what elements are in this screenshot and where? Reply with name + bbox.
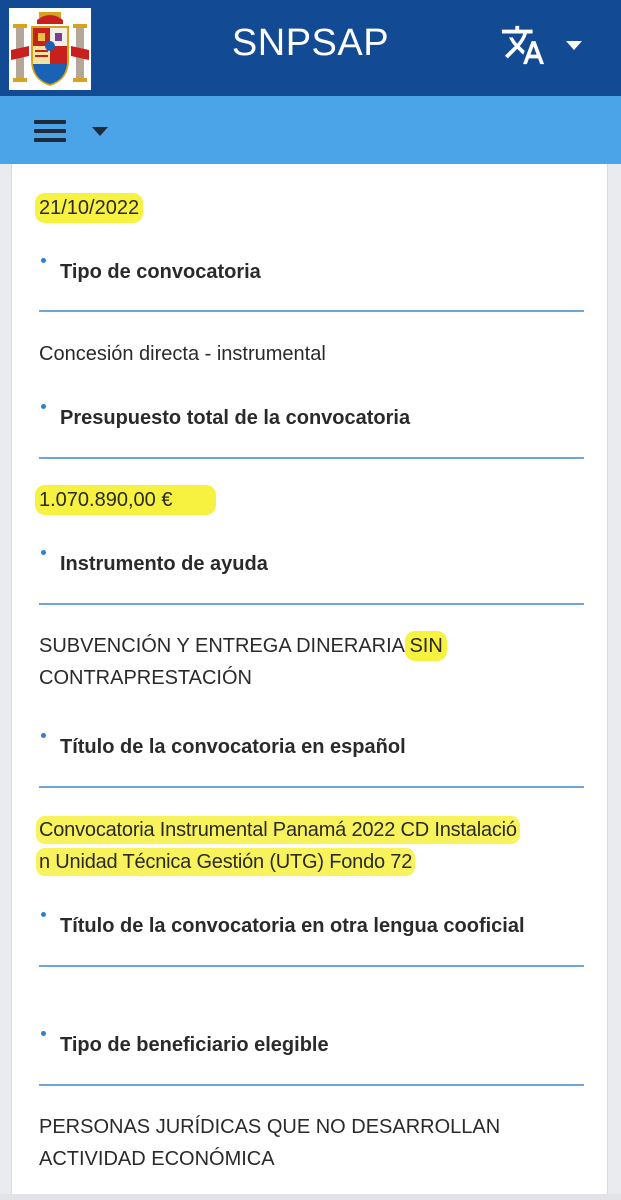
field-value-titulo-espanol: Convocatoria Instrumental Panamá 2022 CD… xyxy=(39,819,517,873)
divider xyxy=(39,310,584,312)
field-label-tipo-beneficiario: Tipo de beneficiario elegible xyxy=(39,1031,584,1059)
nav-bar xyxy=(0,96,621,164)
field-label-tipo-convocatoria: Tipo de convocatoria xyxy=(39,258,584,286)
field-value-presupuesto: 1.070.890,00 € xyxy=(39,484,584,516)
divider xyxy=(39,965,584,967)
field-label-instrumento: Instrumento de ayuda xyxy=(39,550,584,578)
bottom-edge xyxy=(0,1194,621,1200)
field-value-tipo-beneficiario: PERSONAS JURÍDICAS QUE NO DESARROLLAN AC… xyxy=(39,1116,501,1170)
field-label-presupuesto: Presupuesto total de la convocatoria xyxy=(39,404,584,432)
field-value-tipo-convocatoria: Concesión directa - instrumental xyxy=(39,343,326,365)
divider xyxy=(39,786,584,788)
divider xyxy=(39,457,584,459)
main-menu-button[interactable] xyxy=(34,116,114,146)
field-label-titulo-cooficial: Título de la convocatoria en otra lengua… xyxy=(39,912,584,940)
convocatoria-detail-card: 21/10/2022 Tipo de convocatoria Concesió… xyxy=(11,164,608,1194)
language-selector[interactable] xyxy=(500,20,600,70)
chevron-down-icon xyxy=(566,40,582,50)
divider xyxy=(39,1084,584,1086)
translate-icon xyxy=(501,25,545,65)
field-label-titulo-espanol: Título de la convocatoria en español xyxy=(39,733,584,761)
field-value-instrumento: SUBVENCIÓN Y ENTREGA DINERARIA SIN CONTR… xyxy=(39,635,443,689)
hamburger-icon xyxy=(34,120,66,142)
chevron-down-icon xyxy=(92,126,108,136)
divider xyxy=(39,603,584,605)
field-value-date: 21/10/2022 xyxy=(39,197,140,219)
app-header: SNPSAP xyxy=(0,0,621,96)
